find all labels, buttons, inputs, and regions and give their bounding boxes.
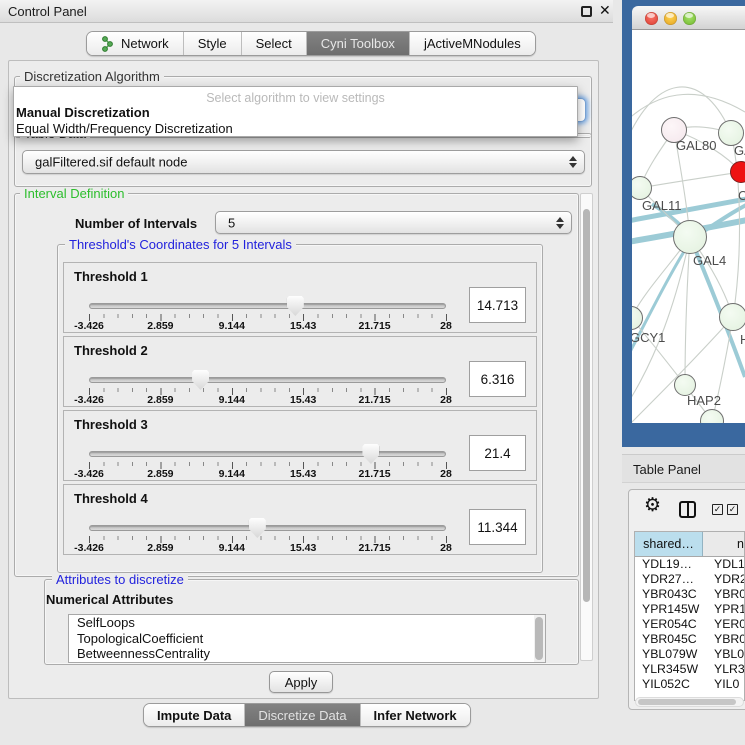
- tab-select[interactable]: Select: [242, 32, 307, 55]
- node-label: GAL4: [693, 253, 726, 268]
- number-of-intervals-label: Number of Intervals: [75, 216, 197, 231]
- algorithm-dropdown-popup: Select algorithm to view settings Manual…: [13, 86, 578, 137]
- threshold-box: Threshold 1 -3.4262.8599.14415.4321.71528…: [63, 262, 537, 333]
- thresholds-group-title: Threshold's Coordinates for 5 Intervals: [65, 238, 296, 251]
- close-traffic-light[interactable]: [645, 12, 658, 25]
- list-item[interactable]: SelfLoops: [69, 615, 545, 631]
- gear-icon[interactable]: ⚙: [644, 496, 661, 515]
- network-view-window: GAL80 GAL11 GAL4 GCY1 HAP2 GA C H: [622, 0, 745, 447]
- node-label: GAL11: [642, 198, 682, 213]
- checkbox-icon[interactable]: ✓: [727, 504, 738, 515]
- columns-icon[interactable]: [679, 501, 696, 518]
- minimize-traffic-light[interactable]: [664, 12, 677, 25]
- table-data-combobox[interactable]: galFiltered.sif default node: [22, 150, 585, 174]
- table-panel-titlebar: Table Panel: [622, 454, 745, 483]
- dropdown-hint: Select algorithm to view settings: [14, 91, 577, 105]
- tab-infer-network[interactable]: Infer Network: [361, 704, 470, 726]
- combo-arrows-icon: [556, 217, 563, 229]
- threshold-box: Threshold 3 -3.4262.8599.14415.4321.71528…: [63, 410, 537, 481]
- threshold-value-field[interactable]: 6.316: [469, 361, 526, 397]
- table-row[interactable]: YPR145WYPR1: [635, 602, 744, 617]
- node-label: H: [740, 332, 745, 347]
- table-row[interactable]: YBL079WYBL0: [635, 647, 744, 662]
- panel-title: Control Panel: [8, 4, 87, 19]
- slider-axis-labels: -3.4262.8599.14415.4321.71528: [89, 320, 446, 332]
- number-of-intervals-combobox[interactable]: 5: [215, 211, 572, 234]
- combo-arrows-icon: [569, 156, 576, 168]
- table-panel-title: Table Panel: [633, 462, 701, 477]
- tab-jactivemnodules[interactable]: jActiveMNodules: [410, 32, 535, 55]
- threshold-value-field[interactable]: 21.4: [469, 435, 526, 471]
- option-manual-discretization[interactable]: Manual Discretization: [16, 105, 150, 120]
- threshold-slider[interactable]: [89, 377, 446, 383]
- network-node-selected[interactable]: [730, 161, 745, 183]
- tab-style[interactable]: Style: [184, 32, 242, 55]
- control-panel-titlebar: Control Panel ✕: [0, 0, 613, 23]
- tab-network-label: Network: [121, 36, 169, 51]
- node-label: GAL80: [676, 138, 716, 153]
- table-horizontal-scrollbar[interactable]: [635, 697, 744, 707]
- threshold-label: Threshold 1: [74, 269, 148, 284]
- node-attribute-table: shared… n YDL19…YDL1YDR27…YDR2YBR043CYBR…: [634, 531, 745, 701]
- list-item[interactable]: TopologicalCoefficient: [69, 631, 545, 647]
- slider-axis-labels: -3.4262.8599.14415.4321.71528: [89, 394, 446, 406]
- slider-thumb[interactable]: [287, 296, 304, 316]
- tab-impute-data[interactable]: Impute Data: [144, 704, 245, 726]
- slider-thumb[interactable]: [362, 444, 379, 464]
- tab-network[interactable]: Network: [87, 32, 184, 55]
- threshold-slider[interactable]: [89, 303, 446, 309]
- interval-definition-title: Interval Definition: [20, 187, 128, 200]
- number-of-intervals-value: 5: [228, 215, 235, 230]
- table-row[interactable]: YDR27…YDR2: [635, 572, 744, 587]
- apply-button[interactable]: Apply: [269, 671, 333, 693]
- node-label: C: [738, 188, 745, 203]
- network-node[interactable]: [719, 303, 745, 331]
- network-node[interactable]: [673, 220, 707, 254]
- option-equal-width-frequency[interactable]: Equal Width/Frequency Discretization: [16, 121, 233, 136]
- slider-axis-labels: -3.4262.8599.14415.4321.71528: [89, 542, 446, 554]
- table-row[interactable]: YER054CYER0: [635, 617, 744, 632]
- network-canvas[interactable]: GAL80 GAL11 GAL4 GCY1 HAP2 GA C H: [632, 30, 745, 423]
- table-row[interactable]: YDL19…YDL1: [635, 557, 744, 572]
- threshold-label: Threshold 3: [74, 417, 148, 432]
- threshold-value-field[interactable]: 11.344: [469, 509, 526, 545]
- node-label: GCY1: [632, 330, 665, 345]
- threshold-slider[interactable]: [89, 451, 446, 457]
- panel-scrollbar[interactable]: [580, 193, 593, 661]
- attributes-scrollbar[interactable]: [534, 615, 545, 662]
- zoom-traffic-light[interactable]: [683, 12, 696, 25]
- table-row[interactable]: YIL052CYIL0: [635, 677, 744, 692]
- discretization-algorithm-title: Discretization Algorithm: [20, 70, 164, 83]
- slider-thumb[interactable]: [249, 518, 266, 538]
- network-window-titlebar[interactable]: [632, 6, 745, 30]
- threshold-label: Threshold 4: [74, 491, 148, 506]
- node-label: GA: [734, 143, 745, 158]
- top-tab-bar: Network Style Select Cyni Toolbox jActiv…: [86, 31, 536, 56]
- list-item[interactable]: BetweennessCentrality: [69, 646, 545, 662]
- table-row[interactable]: YBR045CYBR0: [635, 632, 744, 647]
- threshold-value-field[interactable]: 14.713: [469, 287, 526, 323]
- tab-discretize-data[interactable]: Discretize Data: [245, 704, 360, 726]
- close-icon[interactable]: ✕: [599, 2, 611, 19]
- tab-cyni-toolbox[interactable]: Cyni Toolbox: [307, 32, 410, 55]
- threshold-box: Threshold 2 -3.4262.8599.14415.4321.71528…: [63, 336, 537, 407]
- table-row[interactable]: YLR345WYLR3: [635, 662, 744, 677]
- threshold-slider[interactable]: [89, 525, 446, 531]
- network-icon: [101, 36, 115, 52]
- threshold-label: Threshold 2: [74, 343, 148, 358]
- threshold-box: Threshold 4 -3.4262.8599.14415.4321.71528…: [63, 484, 537, 555]
- table-row[interactable]: YBR043CYBR0: [635, 587, 744, 602]
- column-header-name[interactable]: n: [703, 532, 744, 556]
- slider-thumb[interactable]: [192, 370, 209, 390]
- node-label: HAP2: [687, 393, 721, 408]
- numerical-attributes-label: Numerical Attributes: [46, 592, 173, 607]
- attributes-group-title: Attributes to discretize: [52, 573, 188, 586]
- float-window-icon[interactable]: [581, 6, 592, 17]
- bottom-tab-bar: Impute Data Discretize Data Infer Networ…: [143, 703, 471, 727]
- checkbox-icon[interactable]: ✓: [712, 504, 723, 515]
- table-data-value: galFiltered.sif default node: [35, 155, 187, 170]
- slider-axis-labels: -3.4262.8599.14415.4321.71528: [89, 468, 446, 480]
- column-header-shared-name[interactable]: shared…: [635, 532, 703, 556]
- numerical-attributes-list[interactable]: SelfLoops TopologicalCoefficient Between…: [68, 614, 546, 663]
